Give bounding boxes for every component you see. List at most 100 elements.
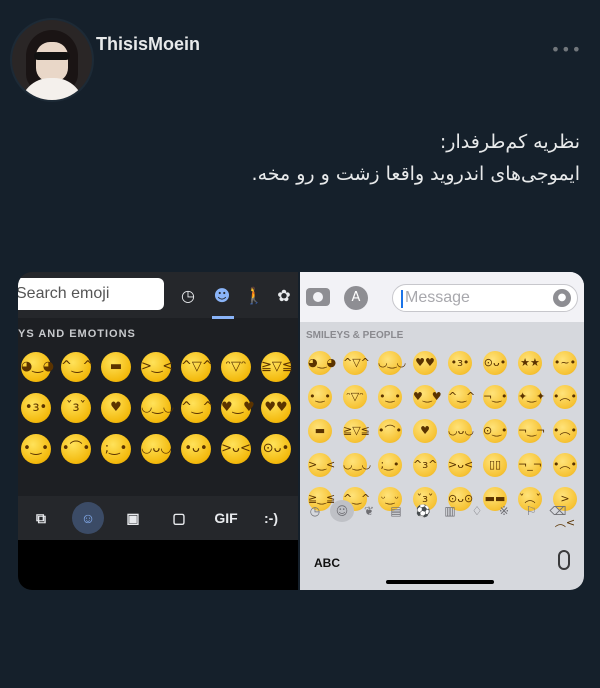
emoji-confused[interactable]: •~•: [553, 351, 577, 375]
emoji-relaxed[interactable]: ◡‿◡: [343, 453, 371, 477]
emoji-blush[interactable]: ^‿^: [448, 385, 475, 409]
emoji-wink[interactable]: ;‿•: [101, 434, 131, 464]
ios-category-label: SMILEYS & PEOPLE: [306, 330, 404, 341]
home-indicator: [386, 580, 494, 584]
emoji-kissing[interactable]: •з•: [448, 351, 472, 375]
emoji-rofl[interactable]: ≧▽≦: [261, 352, 293, 382]
emoji-joy[interactable]: ᵔ▽ᵔ: [221, 352, 251, 382]
emoji-wink[interactable]: ;‿•: [378, 453, 402, 477]
activity-category-icon[interactable]: ⚽: [411, 504, 435, 518]
travel-category-icon[interactable]: ▥: [438, 504, 462, 518]
username[interactable]: ThisisMoein: [96, 34, 200, 55]
symbols-category-icon[interactable]: ※: [492, 504, 516, 518]
backspace-icon[interactable]: ⌫: [546, 504, 570, 518]
emoji-kissing-heart[interactable]: ♥: [101, 393, 131, 423]
dictation-mic-icon[interactable]: [558, 550, 570, 570]
emoji-yum[interactable]: ◡ᴗ◡: [141, 434, 172, 464]
emoji-zany[interactable]: ⊙ᴗ•: [261, 434, 291, 464]
emoticon-tab[interactable]: :-): [256, 506, 286, 530]
emoji-rofl[interactable]: ≧▽≦: [343, 419, 370, 443]
emoji-raised-eyebrow[interactable]: ¬‿•: [483, 385, 508, 409]
emoji-hearts[interactable]: ♥‿♥: [221, 393, 255, 423]
emoji-squint-tongue[interactable]: >ᴗ<: [448, 453, 473, 477]
android-top-bar: Search emoji ◷ ☻ 🚶 ✿: [18, 272, 298, 319]
emoji-frown[interactable]: •︵•: [553, 453, 577, 477]
android-emoji-grid: ◕‿◕ ^‿^ ▬ >‿< ^▽^ ᵔ▽ᵔ ≧▽≦ •з• ˇзˇ ♥ ◡‿◡ …: [18, 348, 302, 471]
emoji-sweat-smile[interactable]: ^▽^: [181, 352, 213, 382]
text-cursor: [401, 290, 403, 308]
android-search-field[interactable]: Search emoji: [18, 278, 164, 310]
ios-top-bar: A Message ●: [300, 272, 584, 322]
emoji-nerd[interactable]: ▯▯: [483, 453, 507, 477]
emoji-joy[interactable]: ᵔ▽ᵔ: [343, 385, 367, 409]
recent-icon[interactable]: ◷: [303, 504, 327, 518]
animal-icon[interactable]: ✿: [274, 286, 294, 306]
emoji-laughing[interactable]: >‿<: [308, 453, 335, 477]
emoji-kissing-closed-eyes[interactable]: ˇзˇ: [61, 393, 91, 423]
emoji-slight-smile[interactable]: •‿•: [21, 434, 51, 464]
ios-keyboard: A Message ● SMILEYS & PEOPLE ◕‿◕ ^▽^ ◡‿◡…: [300, 272, 584, 590]
emoji-smile[interactable]: ^‿^: [61, 352, 93, 382]
emoji-heart-eyes[interactable]: ♥♥: [261, 393, 291, 423]
emoji-innocent[interactable]: ◡‿◡: [378, 351, 406, 375]
avatar-glasses: [34, 52, 70, 60]
person-icon[interactable]: 🚶: [244, 286, 264, 306]
emoji-grinning[interactable]: ◕‿◕: [21, 352, 54, 382]
tweet-line-2: ایموجی‌های اندروید واقعا زشت و رو مخه.: [251, 163, 580, 185]
search-sticker-icon[interactable]: ⧉: [26, 506, 56, 530]
emoji-tab-icon[interactable]: ☺: [72, 502, 104, 534]
emoji-smirk[interactable]: ¬‿¬: [518, 419, 545, 443]
emoji-grin[interactable]: ▬: [101, 352, 131, 382]
ios-emoji-grid: ◕‿◕ ^▽^ ◡‿◡ ♥♥ •з• ⊙ᴗ• ★★ •~• •‿• ᵔ▽ᵔ •‿…: [302, 346, 584, 529]
emoji-partying[interactable]: ✦‿✦: [518, 385, 545, 409]
emoji-laughing[interactable]: >‿<: [141, 352, 173, 382]
message-field[interactable]: Message ●: [392, 284, 578, 312]
flags-category-icon[interactable]: ⚐: [519, 504, 543, 518]
emoji-kissing[interactable]: •з•: [21, 393, 51, 423]
emoji-squint-tongue[interactable]: >ᴗ<: [221, 434, 251, 464]
bitmoji-icon[interactable]: ▢: [164, 506, 194, 530]
emoji-slight-frown[interactable]: •︵•: [553, 419, 577, 443]
mic-icon[interactable]: ●: [553, 289, 571, 307]
food-category-icon[interactable]: ▤: [384, 504, 408, 518]
smiley-icon[interactable]: ☻: [212, 286, 232, 306]
emoji-kissing-smiling[interactable]: ^з^: [413, 453, 437, 477]
emoji-yum[interactable]: ◡ᴗ◡: [448, 419, 474, 443]
emoji-sweat-smile[interactable]: ^▽^: [343, 351, 370, 375]
emoji-star-struck[interactable]: ★★: [518, 351, 542, 375]
tweet-media[interactable]: Search emoji ◷ ☻ 🚶 ✿ YS AND EMOTIONS ◕‿◕…: [18, 272, 584, 590]
emoji-hearts[interactable]: ♥‿♥: [413, 385, 442, 409]
tweet-header: ThisisMoein •••: [10, 12, 590, 102]
camera-icon[interactable]: [306, 288, 330, 306]
emoji-blush[interactable]: ^‿^: [181, 393, 213, 423]
emoji-kissing-heart[interactable]: ♥: [413, 419, 437, 443]
emoji-upside-down[interactable]: •⌒•: [378, 419, 402, 443]
clock-icon[interactable]: ◷: [178, 286, 198, 306]
emoji-zany[interactable]: ⊙ᴗ•: [483, 351, 507, 375]
android-bottom-bar: ⧉ ☺ ▣ ▢ GIF :-): [18, 496, 298, 540]
tweet-text: نظریه کم‌طرفدار: ایموجی‌های اندروید واقع…: [20, 126, 580, 190]
smileys-category-icon[interactable]: ☺: [330, 500, 354, 522]
emoji-grinning[interactable]: ◕‿◕: [308, 351, 336, 375]
android-keyboard: Search emoji ◷ ☻ 🚶 ✿ YS AND EMOTIONS ◕‿◕…: [18, 272, 298, 590]
avatar[interactable]: [10, 18, 94, 102]
emoji-relaxed[interactable]: ◡‿◡: [141, 393, 174, 423]
more-options-icon[interactable]: •••: [551, 40, 582, 59]
emoji-tongue[interactable]: •ᴗ•: [181, 434, 211, 464]
emoji-grin[interactable]: ▬: [308, 419, 332, 443]
tweet-line-1: نظریه کم‌طرفدار:: [439, 131, 580, 153]
objects-category-icon[interactable]: ♢: [465, 504, 489, 518]
gif-tab[interactable]: GIF: [208, 506, 244, 530]
emoji-slight-smile[interactable]: •‿•: [378, 385, 402, 409]
emoji-unamused[interactable]: ¬_¬: [518, 453, 542, 477]
emoji-heart-eyes[interactable]: ♥♥: [413, 351, 437, 375]
sticker-icon[interactable]: ▣: [118, 506, 148, 530]
emoji-monocle[interactable]: ⊙‿•: [483, 419, 508, 443]
abc-key[interactable]: ABC: [314, 556, 340, 570]
emoji-smiley[interactable]: •‿•: [308, 385, 332, 409]
app-store-icon[interactable]: A: [344, 286, 368, 310]
animals-category-icon[interactable]: ❦: [357, 504, 381, 518]
active-tab-indicator: [212, 316, 234, 319]
emoji-worried[interactable]: •︵•: [553, 385, 577, 409]
emoji-upside-down[interactable]: •⌒•: [61, 434, 91, 464]
